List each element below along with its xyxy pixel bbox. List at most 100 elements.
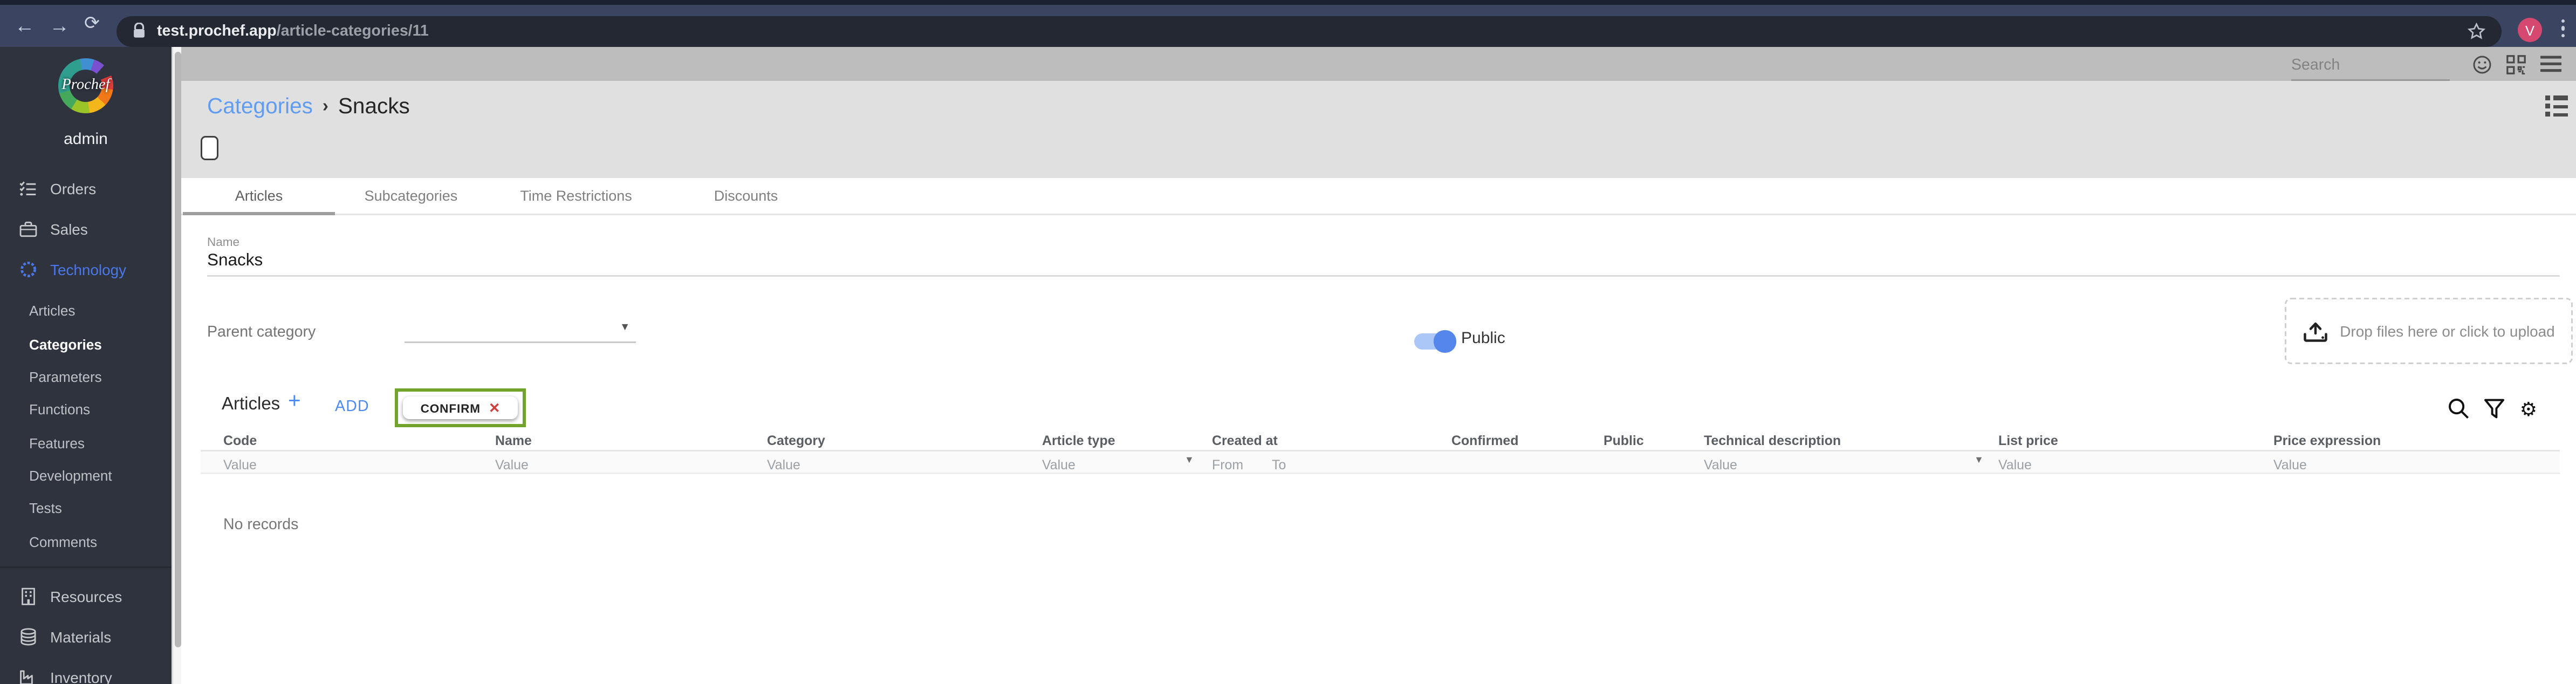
breadcrumb: Categories › Snacks xyxy=(207,94,410,118)
filter-category[interactable]: Value xyxy=(767,456,800,473)
sidebar-subitem-tests[interactable]: Tests xyxy=(29,493,172,525)
filter-name[interactable]: Value xyxy=(495,456,529,473)
column-header-category[interactable]: Category xyxy=(767,432,825,448)
file-upload-dropzone[interactable]: Drop files here or click to upload xyxy=(2285,298,2573,364)
active-tab-indicator xyxy=(183,211,335,215)
table-filter-row xyxy=(201,450,2560,474)
column-header-article-type[interactable]: Article type xyxy=(1042,432,1115,448)
chevron-down-icon[interactable]: ▼ xyxy=(1184,456,1194,466)
add-article-plus-icon[interactable]: + xyxy=(288,388,301,413)
name-field-underline xyxy=(207,275,2560,277)
page-title: Snacks xyxy=(338,94,410,118)
lock-icon xyxy=(133,23,146,39)
column-header-price-expression[interactable]: Price expression xyxy=(2273,432,2381,448)
filter-funnel-icon[interactable] xyxy=(2484,398,2505,419)
profile-avatar[interactable]: V xyxy=(2518,18,2542,42)
filter-list-price[interactable]: Value xyxy=(1998,456,2032,473)
tab-bar: Articles Subcategories Time Restrictions… xyxy=(181,178,2576,215)
hamburger-menu-icon[interactable] xyxy=(2540,55,2561,73)
filter-created-from[interactable]: From xyxy=(1212,456,1243,473)
browser-menu-icon[interactable] xyxy=(2561,19,2565,37)
factory-icon xyxy=(19,668,37,684)
sidebar-subitem-development[interactable]: Development xyxy=(29,460,172,493)
tab-time-restrictions[interactable]: Time Restrictions xyxy=(487,178,665,214)
search-input[interactable] xyxy=(2291,52,2450,80)
filter-technical-description[interactable]: Value xyxy=(1704,456,1737,473)
reload-icon[interactable]: ⟳ xyxy=(84,16,100,36)
forward-icon[interactable]: → xyxy=(50,16,70,36)
url-path: /article-categories/11 xyxy=(276,22,429,40)
sidebar-item-label: Resources xyxy=(50,588,122,605)
upload-icon xyxy=(2303,319,2328,343)
column-header-confirmed[interactable]: Confirmed xyxy=(1451,432,1519,448)
vertical-scrollbar[interactable] xyxy=(172,47,181,684)
bookmark-star-icon[interactable] xyxy=(2468,22,2485,40)
column-header-code[interactable]: Code xyxy=(223,432,257,448)
toggle-knob xyxy=(1434,330,1456,352)
gear-icon[interactable]: ⚙ xyxy=(2520,399,2537,419)
tab-discounts[interactable]: Discounts xyxy=(665,178,827,214)
building-icon xyxy=(19,587,37,605)
public-toggle[interactable] xyxy=(1414,330,1456,352)
sidebar-subitem-functions[interactable]: Functions xyxy=(29,393,172,426)
sidebar-item-label: Orders xyxy=(50,180,97,197)
search-field[interactable] xyxy=(2291,48,2450,80)
page-header: Categories › Snacks xyxy=(181,81,2576,178)
qr-grid-icon[interactable] xyxy=(2506,54,2526,74)
column-header-public[interactable]: Public xyxy=(1604,432,1644,448)
chevron-right-icon: › xyxy=(322,96,328,116)
sidebar-item-label: Sales xyxy=(50,221,88,237)
add-button[interactable]: ADD xyxy=(335,398,369,416)
sidebar-item-label: Technology xyxy=(50,261,127,278)
close-icon[interactable]: ✕ xyxy=(489,399,500,417)
filter-price-expression[interactable]: Value xyxy=(2273,456,2307,473)
address-bar[interactable]: test.prochef.app/article-categories/11 xyxy=(117,15,2502,46)
confirm-button-label: CONFIRM xyxy=(420,400,481,415)
scrollbar-thumb[interactable] xyxy=(174,52,181,647)
column-header-created-at[interactable]: Created at xyxy=(1212,432,1278,448)
sidebar-item-resources[interactable]: Resources xyxy=(0,576,172,617)
breadcrumb-categories-link[interactable]: Categories xyxy=(207,94,313,118)
back-icon[interactable]: ← xyxy=(15,16,35,36)
chevron-down-icon[interactable]: ▼ xyxy=(620,322,630,333)
browser-toolbar: ← → ⟳ test.prochef.app/article-categorie… xyxy=(0,5,2576,47)
category-detail: Articles Subcategories Time Restrictions… xyxy=(181,178,2576,684)
sidebar-item-label: Inventory xyxy=(50,669,112,684)
sidebar-subitem-parameters[interactable]: Parameters xyxy=(29,360,172,393)
column-header-technical-description[interactable]: Technical description xyxy=(1704,432,1841,448)
parent-category-label: Parent category xyxy=(207,324,316,341)
public-toggle-label: Public xyxy=(1461,330,1505,348)
sidebar-subitem-features[interactable]: Features xyxy=(29,427,172,460)
filter-code[interactable]: Value xyxy=(223,456,257,473)
sidebar-item-inventory[interactable]: Inventory xyxy=(0,657,172,684)
filter-created-to[interactable]: To xyxy=(1272,456,1286,473)
chevron-down-icon[interactable]: ▼ xyxy=(1974,456,1984,466)
list-view-icon[interactable] xyxy=(2544,95,2568,121)
logo-text: Prochef xyxy=(61,78,110,94)
emoji-icon[interactable] xyxy=(2472,54,2492,74)
sidebar-subitem-articles[interactable]: Articles xyxy=(29,295,172,327)
sidebar-item-sales[interactable]: Sales xyxy=(0,209,172,249)
sidebar-item-orders[interactable]: Orders xyxy=(0,168,172,209)
prochef-logo[interactable]: Prochef xyxy=(57,58,115,117)
name-field-value[interactable]: Snacks xyxy=(207,251,263,270)
sidebar-item-technology[interactable]: Technology xyxy=(0,249,172,290)
filter-article-type[interactable]: Value xyxy=(1042,456,1075,473)
database-icon xyxy=(19,628,37,646)
confirm-button[interactable]: CONFIRM ✕ xyxy=(403,396,518,419)
sidebar-item-materials[interactable]: Materials xyxy=(0,617,172,657)
sidebar-subitem-comments[interactable]: Comments xyxy=(29,525,172,558)
sidebar-subitem-categories[interactable]: Categories xyxy=(29,327,172,360)
technology-gear-icon xyxy=(19,261,37,278)
tab-articles[interactable]: Articles xyxy=(183,178,335,214)
upload-text: Drop files here or click to upload xyxy=(2340,323,2555,339)
header-checkbox[interactable] xyxy=(201,136,218,160)
sidebar: Prochef admin Orders Sales Technology Ar… xyxy=(0,47,172,684)
tab-subcategories[interactable]: Subcategories xyxy=(335,178,487,214)
search-icon[interactable] xyxy=(2449,398,2470,419)
column-header-list-price[interactable]: List price xyxy=(1998,432,2058,448)
parent-category-select-underline[interactable] xyxy=(405,341,636,343)
articles-section-title: Articles xyxy=(222,395,280,414)
column-header-name[interactable]: Name xyxy=(495,432,532,448)
annotation-highlight-box: CONFIRM ✕ xyxy=(395,388,526,427)
